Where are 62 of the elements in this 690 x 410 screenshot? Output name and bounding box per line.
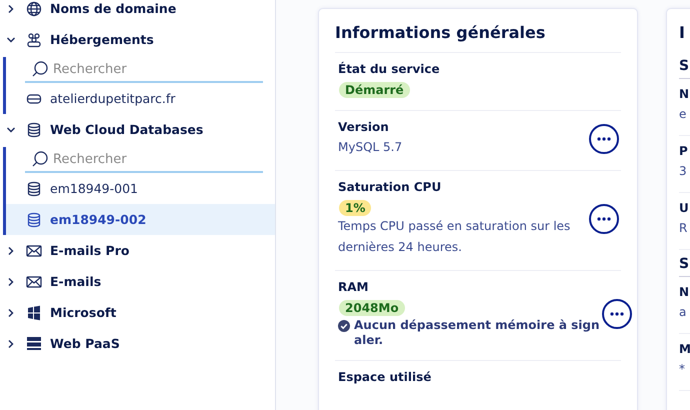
chevron-right-icon — [6, 276, 16, 286]
sidebar-item[interactable]: em18949-002 — [6, 204, 275, 235]
search-icon — [31, 60, 49, 78]
people-icon — [26, 32, 42, 48]
field-label: RAM — [338, 280, 370, 294]
chevron-right-icon — [6, 338, 16, 348]
more-button[interactable] — [602, 299, 632, 329]
search-field[interactable]: Rechercher — [53, 62, 233, 76]
server-stack-icon — [26, 336, 42, 352]
sidebar-group[interactable]: E-mails — [0, 266, 275, 297]
envelope-icon — [26, 242, 42, 258]
field-value: a — [679, 304, 688, 321]
chevron-right-icon — [6, 246, 16, 256]
ellipsis-icon — [610, 312, 624, 316]
section-heading: S — [679, 52, 690, 79]
chevron-down-icon — [6, 34, 16, 44]
field-value: R — [679, 220, 688, 237]
globe-icon — [26, 0, 42, 16]
card-title: Informations générales — [335, 23, 546, 42]
field-value: e — [679, 106, 688, 123]
field-label: N — [679, 285, 690, 299]
field-value: MySQL 5.7 — [338, 139, 404, 156]
sidebar-group[interactable]: Noms de domaine — [0, 0, 275, 24]
ellipsis-icon — [597, 137, 611, 141]
field-label: N — [679, 87, 690, 101]
status-note: Aucun dépassement mémoire à sign aler. — [354, 318, 601, 348]
sidebar-group[interactable]: Web PaaS — [0, 328, 275, 359]
sidebar-item[interactable]: em18949-001 — [6, 173, 275, 204]
database-icon — [26, 212, 42, 228]
more-button[interactable] — [589, 124, 619, 154]
envelope-icon — [26, 274, 42, 290]
sidebar-group[interactable]: Microsoft — [0, 297, 275, 328]
field-label: M — [679, 342, 690, 356]
chevron-right-icon — [6, 308, 16, 318]
chevron-right-icon — [6, 4, 16, 14]
database-icon — [26, 180, 42, 196]
search-icon — [31, 150, 49, 168]
field-label: Saturation CPU — [338, 180, 442, 194]
status-badge: 2048Mo — [339, 300, 405, 316]
more-button[interactable] — [589, 204, 619, 234]
database-icon — [26, 122, 42, 138]
field-label: Espace utilisé — [338, 370, 432, 384]
card-title: I — [679, 23, 686, 42]
status-badge: Démarré — [339, 82, 410, 98]
windows-icon — [26, 304, 42, 320]
field-label: P — [679, 144, 689, 158]
section-heading: S — [679, 250, 690, 277]
sidebar-group[interactable]: Web Cloud Databases — [0, 114, 275, 145]
status-badge: 1% — [339, 200, 372, 216]
sidebar-group[interactable]: Hébergements — [0, 24, 275, 55]
field-value: Temps CPU passé en saturation sur les dernières 24 heures. — [338, 218, 572, 256]
field-value: * — [679, 361, 686, 378]
sidebar-group[interactable]: E-mails Pro — [0, 235, 275, 266]
field-label: Version — [338, 120, 390, 134]
ellipsis-icon — [597, 217, 611, 221]
search-field[interactable]: Rechercher — [53, 152, 233, 166]
field-label: État du service — [338, 62, 441, 76]
sidebar-item[interactable]: atelierdupetitparc.fr — [6, 83, 275, 114]
chevron-down-icon — [6, 124, 16, 134]
check-circle-icon — [338, 320, 350, 332]
field-value: 3 — [679, 163, 688, 180]
field-label: U — [679, 201, 690, 215]
